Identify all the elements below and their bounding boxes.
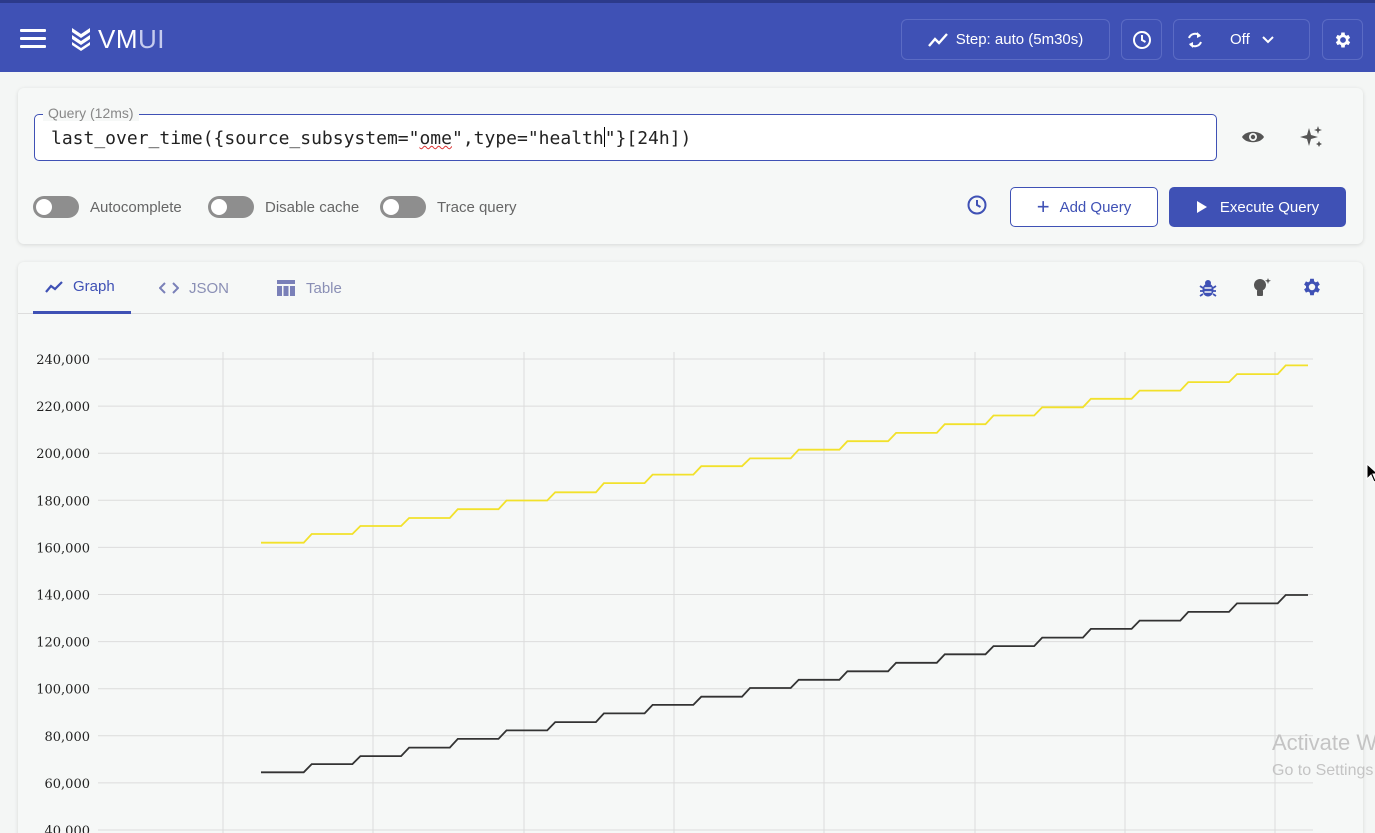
query-legend: Query (12ms): [43, 105, 139, 121]
toggle-switch[interactable]: [208, 196, 254, 218]
logo-icon: [72, 28, 90, 51]
trend-icon: [927, 32, 948, 47]
line-chart[interactable]: 240,000 220,000 200,000 180,000 160,000 140,0…: [18, 262, 1363, 833]
y-tick-label: 140,000: [36, 589, 90, 604]
activation-watermark: Activate W: [1272, 730, 1375, 755]
execute-query-button[interactable]: Execute Query: [1169, 187, 1346, 227]
logo-main: VM: [98, 23, 138, 54]
logo-suffix: UI: [138, 23, 165, 54]
toggle-label: Autocomplete: [90, 198, 182, 216]
mouse-cursor-icon: [1366, 463, 1375, 483]
auto-refresh-button[interactable]: Off: [1173, 19, 1310, 60]
y-tick-label: 180,000: [36, 494, 90, 509]
toggle-switch[interactable]: [380, 196, 426, 218]
activation-watermark-sub: Go to Settings: [1272, 762, 1374, 779]
results-panel: Graph JSON Table 240,000 220,000 200,000 18…: [18, 262, 1363, 833]
y-tick-label: 80,000: [45, 730, 91, 745]
query-panel: Query (12ms) last_over_time({source_subs…: [18, 88, 1363, 244]
y-tick-label: 60,000: [45, 777, 91, 792]
query-text-misspelled: ome: [419, 128, 452, 149]
query-text[interactable]: last_over_time({source_subsystem="ome",t…: [51, 127, 691, 149]
add-query-button[interactable]: + Add Query: [1010, 187, 1158, 227]
clock-icon: [1132, 30, 1151, 49]
y-tick-label: 120,000: [36, 636, 90, 651]
refresh-value: Off: [1230, 31, 1250, 48]
y-tick-label: 40,000: [45, 824, 91, 833]
query-text-part: last_over_time({source_subsystem=": [51, 128, 420, 149]
series-line-1[interactable]: [261, 594, 1308, 774]
step-label: Step: auto (5m30s): [955, 31, 1084, 48]
play-icon: [1196, 201, 1207, 213]
series-line-0[interactable]: [261, 364, 1308, 544]
disable-cache-toggle[interactable]: Disable cache: [208, 196, 359, 218]
toggle-label: Trace query: [437, 198, 517, 216]
chevron-down-icon: [1262, 35, 1274, 43]
query-text-part: ",type="health: [451, 128, 604, 149]
app-logo[interactable]: VMUI: [70, 23, 165, 55]
time-range-button[interactable]: [1121, 19, 1162, 60]
add-query-label: Add Query: [1059, 198, 1132, 216]
menu-icon[interactable]: [20, 29, 46, 49]
plus-icon: +: [1036, 194, 1050, 219]
query-history-icon[interactable]: [966, 194, 992, 220]
step-button[interactable]: Step: auto (5m30s): [901, 19, 1110, 60]
y-tick-label: 100,000: [36, 683, 90, 698]
trace-query-toggle[interactable]: Trace query: [380, 196, 516, 218]
y-tick-label: 200,000: [36, 447, 90, 462]
gear-icon: [1335, 32, 1350, 47]
query-text-part: "}[24h]): [604, 128, 692, 149]
y-tick-label: 220,000: [36, 400, 90, 415]
top-bar: VMUI Step: auto (5m30s) Off: [0, 0, 1375, 72]
toggle-switch[interactable]: [33, 196, 79, 218]
eye-icon[interactable]: [1240, 124, 1266, 150]
query-input[interactable]: Query (12ms) last_over_time({source_subs…: [34, 105, 1217, 161]
toggle-label: Disable cache: [265, 198, 360, 216]
execute-query-label: Execute Query: [1219, 198, 1320, 216]
sparkles-icon[interactable]: [1299, 124, 1325, 150]
y-tick-label: 160,000: [36, 541, 90, 556]
refresh-icon: [1188, 31, 1202, 48]
y-tick-label: 240,000: [36, 353, 90, 368]
autocomplete-toggle[interactable]: Autocomplete: [33, 196, 182, 218]
settings-button[interactable]: [1322, 19, 1363, 60]
logo-text: VMUI: [98, 24, 165, 55]
